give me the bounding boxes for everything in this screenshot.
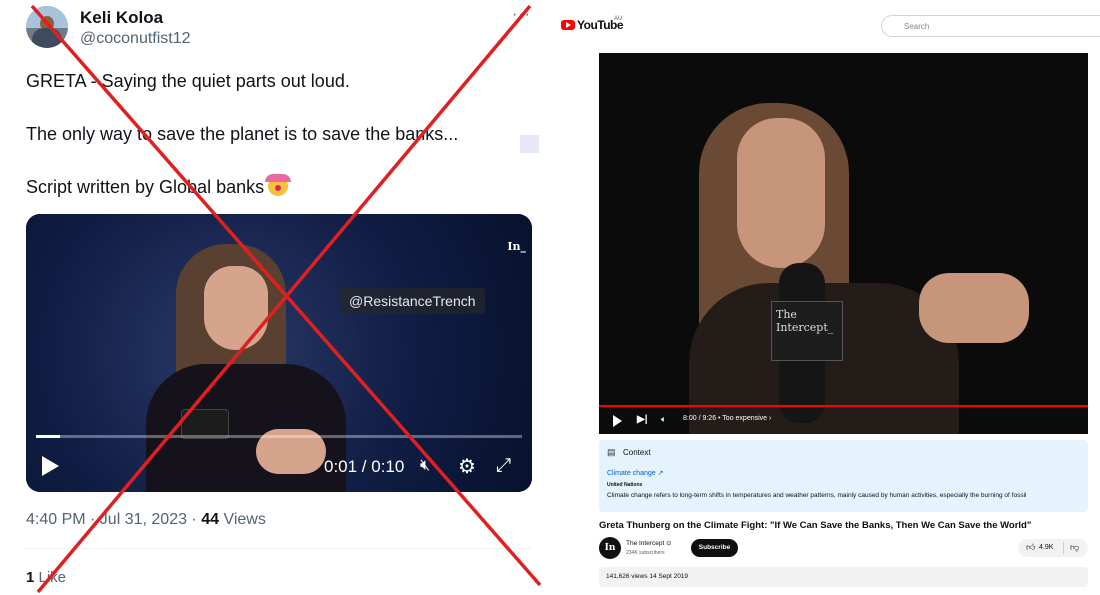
views-label: Views (219, 511, 266, 528)
subscriber-count: 234K subscribers (626, 550, 665, 556)
context-description: Climate change refers to long-term shift… (607, 492, 1027, 499)
player-progress-bar[interactable] (599, 405, 1088, 407)
context-info-icon: ▤ (607, 447, 616, 457)
settings-gear-icon[interactable]: ⚙ (458, 454, 476, 479)
context-title: Context (623, 448, 651, 457)
like-dislike-pill: 👍︎ 4.9K 👎︎ (1018, 539, 1088, 557)
tweet-panel: Keli Koloa @coconutfist12 ··· GRETA - Sa… (0, 0, 545, 595)
player-person-hand (919, 273, 1029, 343)
selection-highlight (520, 135, 539, 153)
video-progress-fill (36, 435, 61, 438)
thumbs-up-icon[interactable]: 👍︎ (1026, 542, 1035, 553)
like-count: 4.9K (1039, 544, 1054, 551)
context-panel: ▤ Context Climate change ↗ United Nation… (599, 440, 1088, 512)
tweet-text-line-3: Script written by Global banks (26, 174, 292, 198)
video-progress-bar[interactable] (36, 435, 522, 438)
avatar-body (32, 28, 62, 48)
video-title: Greta Thunberg on the Climate Fight: "If… (599, 520, 1032, 531)
player-person-face (737, 118, 825, 268)
author-avatar[interactable] (26, 6, 68, 48)
context-link[interactable]: Climate change ↗ (607, 469, 663, 477)
player-time-chapter[interactable]: 8:00 / 9:26 • Too expensive › (683, 415, 771, 422)
like-separator (1063, 542, 1064, 554)
video-channel-logo: In_ (507, 240, 526, 253)
play-icon[interactable] (613, 415, 622, 427)
youtube-panel: YouTube AU Search The Intercept_ ▶| 🔈︎ 8… (555, 0, 1100, 595)
channel-name-text: The Intercept (626, 540, 665, 547)
author-name[interactable]: Keli Koloa (80, 8, 163, 28)
verified-icon: ⊙ (666, 540, 672, 547)
tweet-video-player[interactable]: In_ @ResistanceTrench 0:01 / 0:10 🔇︎ ⚙ ⤢ (26, 214, 532, 492)
muted-volume-icon[interactable]: 🔇︎ (420, 457, 430, 475)
video-person-body (146, 364, 346, 492)
page: Keli Koloa @coconutfist12 ··· GRETA - Sa… (0, 0, 1100, 595)
clown-emoji-icon (265, 174, 292, 196)
tweet-text-line-1: GRETA - Saying the quiet parts out loud. (26, 71, 350, 91)
video-person-face (204, 266, 268, 350)
tweet-timestamp[interactable]: 4:40 PM · Jul 31, 2023 · (26, 511, 201, 528)
likes-summary[interactable]: 1 Like (26, 569, 66, 586)
next-icon[interactable]: ▶| (637, 414, 648, 425)
player-time: 8:00 / 9:26 • Too expensive (683, 415, 768, 422)
likes-label: Like (34, 569, 67, 586)
region-code: AU (614, 16, 623, 22)
more-options-icon[interactable]: ··· (512, 6, 531, 24)
channel-avatar[interactable]: In (599, 537, 621, 559)
tweet-timestamp-views: 4:40 PM · Jul 31, 2023 · 44 Views (26, 511, 266, 529)
tweet-text-line-2: The only way to save the planet is to sa… (26, 124, 459, 144)
views-and-date: 141,626 views 14 Sept 2019 (606, 573, 689, 580)
play-icon[interactable] (42, 456, 59, 476)
video-description-box[interactable]: 141,626 views 14 Sept 2019 (599, 567, 1088, 587)
video-watermark: @ResistanceTrench (340, 288, 485, 314)
channel-name[interactable]: The Intercept ⊙ (626, 539, 672, 547)
tweet-text-line-3-text: Script written by Global banks (26, 177, 265, 197)
youtube-logo-icon[interactable] (561, 20, 575, 30)
context-source: United Nations (607, 482, 643, 488)
fullscreen-expand-icon[interactable]: ⤢ (496, 455, 511, 477)
video-time: 0:01 / 0:10 (324, 457, 405, 476)
views-count: 44 (201, 511, 219, 528)
author-handle[interactable]: @coconutfist12 (80, 30, 191, 48)
microphone-label: The Intercept_ (771, 301, 843, 361)
chapter-chevron-icon: › (769, 415, 772, 422)
external-link-icon: ↗ (657, 470, 664, 477)
divider (26, 548, 532, 549)
volume-icon[interactable]: 🔈︎ (661, 414, 666, 425)
search-input[interactable]: Search (881, 15, 1100, 37)
youtube-video-player[interactable]: The Intercept_ ▶| 🔈︎ 8:00 / 9:26 • Too e… (599, 53, 1088, 434)
subscribe-button[interactable]: Subscribe (691, 539, 738, 557)
context-link-text: Climate change (607, 470, 656, 477)
thumbs-down-icon[interactable]: 👎︎ (1070, 542, 1079, 553)
